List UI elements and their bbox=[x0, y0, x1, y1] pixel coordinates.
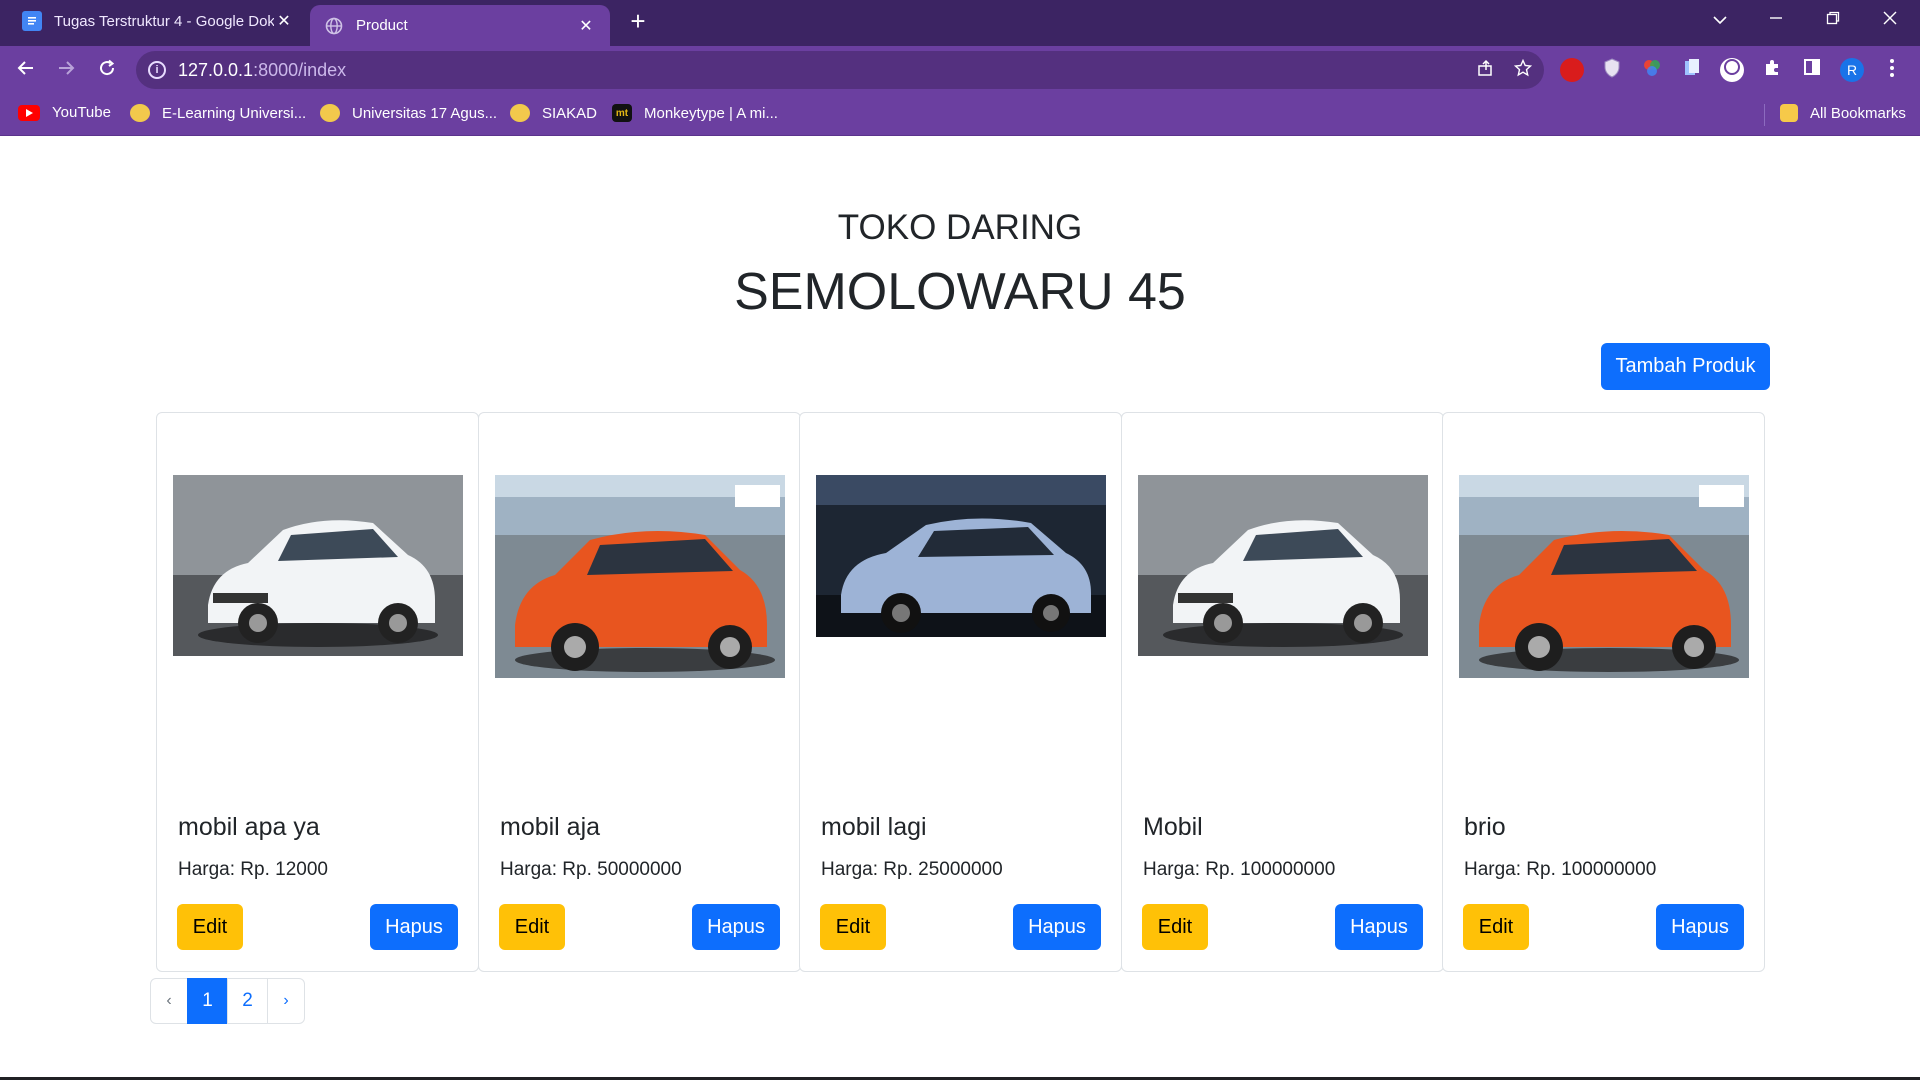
white-car-image bbox=[1138, 475, 1428, 656]
page-content: TOKO DARING SEMOLOWARU 45 Tambah Produk … bbox=[0, 136, 1920, 1078]
store-title: SEMOLOWARU 45 bbox=[734, 263, 1186, 321]
bookmark-label: SIAKAD bbox=[542, 104, 598, 122]
product-name: brio bbox=[1464, 813, 1506, 841]
edit-button[interactable]: Edit bbox=[177, 904, 243, 950]
monkeytype-icon: mt bbox=[612, 104, 632, 122]
bookmark-youtube[interactable]: YouTube bbox=[18, 104, 111, 121]
edit-button[interactable]: Edit bbox=[1142, 904, 1208, 950]
delete-button[interactable]: Hapus bbox=[692, 904, 780, 950]
pagination-page-2[interactable]: 2 bbox=[227, 978, 268, 1024]
product-name: mobil apa ya bbox=[178, 813, 320, 841]
bookmark-label: YouTube bbox=[52, 104, 111, 121]
product-price: Harga: Rp. 50000000 bbox=[500, 859, 682, 880]
url-host: 127.0.0.1 bbox=[178, 60, 254, 80]
pagination: ‹ 1 2 › bbox=[150, 978, 305, 1024]
product-card: Mobil Harga: Rp. 100000000 Edit Hapus bbox=[1121, 412, 1444, 972]
bookmark-elearning[interactable]: E-Learning Universi... bbox=[130, 104, 306, 122]
back-icon[interactable] bbox=[10, 54, 42, 86]
product-card: brio Harga: Rp. 100000000 Edit Hapus bbox=[1442, 412, 1765, 972]
all-bookmarks-label: All Bookmarks bbox=[1810, 104, 1906, 122]
product-price: Harga: Rp. 12000 bbox=[178, 859, 328, 880]
bookmark-label: Monkeytype | A mi... bbox=[644, 104, 778, 122]
university-logo-icon bbox=[130, 104, 150, 122]
edit-button[interactable]: Edit bbox=[820, 904, 886, 950]
close-window-icon[interactable] bbox=[1870, 6, 1910, 36]
address-bar[interactable]: i 127.0.0.1:8000/index bbox=[136, 51, 1544, 89]
url-text: 127.0.0.1:8000/index bbox=[178, 60, 346, 81]
google-docs-icon bbox=[22, 11, 42, 31]
orange-car-image bbox=[495, 475, 785, 678]
delete-button[interactable]: Hapus bbox=[370, 904, 458, 950]
adblock-extension-icon[interactable] bbox=[1560, 58, 1584, 82]
university-logo-icon bbox=[510, 104, 530, 122]
university-logo-icon bbox=[320, 104, 340, 122]
bookmark-monkeytype[interactable]: mt Monkeytype | A mi... bbox=[612, 104, 778, 122]
product-price: Harga: Rp. 25000000 bbox=[821, 859, 1003, 880]
product-card: mobil apa ya Harga: Rp. 12000 Edit Hapus bbox=[156, 412, 479, 972]
new-tab-button[interactable]: + bbox=[622, 6, 654, 38]
youtube-icon bbox=[18, 104, 40, 121]
profile-avatar[interactable]: R bbox=[1840, 58, 1864, 82]
delete-button[interactable]: Hapus bbox=[1656, 904, 1744, 950]
bookmark-label: Universitas 17 Agus... bbox=[352, 104, 498, 122]
edit-button[interactable]: Edit bbox=[499, 904, 565, 950]
bookmark-siakad[interactable]: SIAKAD bbox=[510, 104, 597, 122]
pagination-prev[interactable]: ‹ bbox=[150, 978, 188, 1024]
bookmarks-divider bbox=[1764, 104, 1765, 126]
bookmark-universitas[interactable]: Universitas 17 Agus... bbox=[320, 104, 497, 122]
tab-strip: Tugas Terstruktur 4 - Google Dok ✕ Produ… bbox=[0, 0, 1920, 46]
delete-button[interactable]: Hapus bbox=[1013, 904, 1101, 950]
product-price: Harga: Rp. 100000000 bbox=[1143, 859, 1336, 880]
colorpicker-extension-icon[interactable] bbox=[1640, 58, 1664, 82]
share-icon[interactable] bbox=[1474, 59, 1498, 83]
product-name: Mobil bbox=[1143, 813, 1203, 841]
shield-extension-icon[interactable] bbox=[1600, 58, 1624, 82]
all-bookmarks[interactable]: All Bookmarks bbox=[1780, 104, 1906, 122]
add-product-button[interactable]: Tambah Produk bbox=[1601, 343, 1770, 390]
product-price: Harga: Rp. 100000000 bbox=[1464, 859, 1657, 880]
folder-icon bbox=[1780, 104, 1798, 122]
tab-title: Tugas Terstruktur 4 - Google Dok bbox=[54, 12, 274, 30]
grammar-extension-icon[interactable] bbox=[1720, 58, 1744, 82]
edit-button[interactable]: Edit bbox=[1463, 904, 1529, 950]
tab-google-docs[interactable]: Tugas Terstruktur 4 - Google Dok ✕ bbox=[8, 0, 308, 42]
tab-product[interactable]: Product ✕ bbox=[310, 5, 610, 46]
product-name: mobil lagi bbox=[821, 813, 927, 841]
reload-icon[interactable] bbox=[91, 54, 123, 86]
globe-icon bbox=[324, 16, 344, 36]
close-tab-icon[interactable]: ✕ bbox=[274, 11, 294, 31]
delete-button[interactable]: Hapus bbox=[1335, 904, 1423, 950]
bookmarks-bar: YouTube E-Learning Universi... Universit… bbox=[0, 94, 1920, 136]
store-subtitle: TOKO DARING bbox=[837, 208, 1083, 247]
white-car-image bbox=[173, 475, 463, 656]
side-panel-icon[interactable] bbox=[1800, 58, 1824, 82]
pagination-next[interactable]: › bbox=[267, 978, 305, 1024]
browser-toolbar: i 127.0.0.1:8000/index R bbox=[0, 46, 1920, 94]
tab-title: Product bbox=[356, 17, 408, 34]
pagination-page-1[interactable]: 1 bbox=[187, 978, 228, 1024]
restore-icon[interactable] bbox=[1813, 6, 1853, 36]
product-card: mobil aja Harga: Rp. 50000000 Edit Hapus bbox=[478, 412, 801, 972]
tab-search-icon[interactable] bbox=[1700, 6, 1740, 36]
orange-car-image bbox=[1459, 475, 1749, 678]
docs-extension-icon[interactable] bbox=[1680, 58, 1704, 82]
url-path: :8000/index bbox=[253, 60, 347, 80]
close-tab-icon[interactable]: ✕ bbox=[576, 16, 596, 36]
bookmark-star-icon[interactable] bbox=[1511, 58, 1535, 83]
blue-car-image bbox=[816, 475, 1106, 637]
forward-icon[interactable] bbox=[50, 54, 82, 86]
puzzle-extensions-icon[interactable] bbox=[1760, 58, 1784, 82]
product-card: mobil lagi Harga: Rp. 25000000 Edit Hapu… bbox=[799, 412, 1122, 972]
bookmark-label: E-Learning Universi... bbox=[162, 104, 307, 122]
product-name: mobil aja bbox=[500, 813, 601, 841]
minimize-icon[interactable] bbox=[1756, 6, 1796, 36]
site-info-icon[interactable]: i bbox=[148, 61, 166, 79]
menu-kebab-icon[interactable] bbox=[1880, 58, 1904, 82]
